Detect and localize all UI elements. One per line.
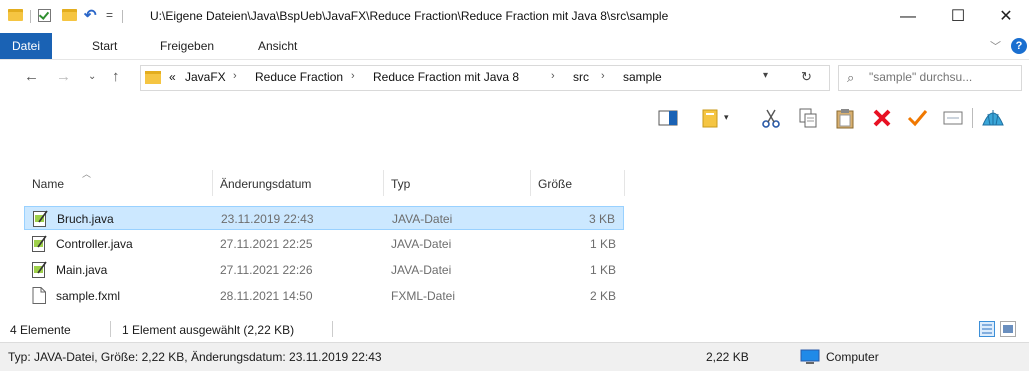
breadcrumb-separator[interactable]: › (551, 70, 555, 82)
divider (110, 321, 111, 337)
computer-icon (800, 349, 820, 364)
file-type: JAVA-Datei (391, 263, 452, 277)
breadcrumb-separator[interactable]: › (351, 70, 355, 82)
navigation-bar: ← → ⌄ ↑ « JavaFX › Reduce Fraction › Red… (0, 59, 1029, 96)
java-file-icon (32, 261, 47, 278)
close-button[interactable]: ✕ (983, 0, 1029, 33)
file-row[interactable]: Bruch.java 23.11.2019 22:43 JAVA-Datei 3… (24, 206, 624, 230)
status-bar: 4 Elemente 1 Element ausgewählt (2,22 KB… (0, 316, 1029, 342)
details-bar: Typ: JAVA-Datei, Größe: 2,22 KB, Änderun… (0, 342, 1029, 371)
file-size: 1 KB (589, 263, 616, 277)
file-size: 2 KB (589, 289, 616, 303)
divider (332, 321, 333, 337)
folder-icon (8, 9, 23, 21)
column-header-type[interactable]: Typ (391, 177, 410, 191)
tab-start[interactable]: Start (80, 33, 129, 59)
maximize-button[interactable]: ☐ (935, 0, 981, 33)
file-date: 27.11.2021 22:26 (220, 263, 313, 277)
file-name: sample.fxml (56, 289, 121, 303)
file-date: 27.11.2021 22:25 (220, 237, 313, 251)
toolbar: ▾ (0, 95, 1029, 139)
minimize-button[interactable]: — (885, 0, 931, 33)
large-icons-view-icon[interactable] (1000, 321, 1016, 337)
folder-icon (145, 71, 161, 84)
file-date: 28.11.2021 14:50 (220, 289, 313, 303)
refresh-icon[interactable]: ↻ (801, 69, 812, 85)
file-size: 1 KB (589, 237, 616, 251)
forward-arrow-icon[interactable]: → (56, 68, 71, 85)
selection-info: 1 Element ausgewählt (2,22 KB) (122, 323, 295, 337)
quick-access-dropdown[interactable]: = (106, 8, 113, 22)
properties-check-icon[interactable] (38, 9, 51, 22)
file-date: 23.11.2019 22:43 (221, 212, 314, 226)
chevron-down-icon[interactable]: ﹀ (990, 38, 1001, 54)
file-type: JAVA-Datei (392, 212, 453, 226)
divider (122, 10, 123, 23)
breadcrumb-reduce-fraction[interactable]: Reduce Fraction (255, 70, 343, 84)
delete-icon[interactable] (871, 107, 893, 129)
checkmark-icon[interactable] (906, 107, 928, 129)
tab-ansicht[interactable]: Ansicht (246, 33, 309, 59)
column-header-size[interactable]: Größe (538, 177, 572, 191)
java-file-icon (33, 210, 48, 227)
divider (30, 10, 31, 23)
file-row[interactable]: Controller.java 27.11.2021 22:25 JAVA-Da… (24, 232, 624, 256)
java-file-icon (32, 235, 47, 252)
new-item-icon[interactable] (700, 107, 722, 129)
new-item-dropdown-icon[interactable]: ▾ (724, 112, 729, 123)
up-arrow-icon[interactable]: ↑ (112, 68, 120, 85)
sort-ascending-icon: ︿ (82, 169, 92, 179)
undo-icon[interactable]: ↶ (84, 6, 97, 24)
search-icon: ⌕ (847, 70, 855, 85)
details-view-icon[interactable] (979, 321, 995, 337)
breadcrumb-separator[interactable]: › (601, 70, 605, 82)
search-box[interactable]: ⌕ (838, 65, 1022, 91)
breadcrumb-overflow[interactable]: « (169, 70, 176, 84)
column-divider[interactable] (212, 170, 213, 196)
file-name: Bruch.java (57, 212, 114, 226)
divider (972, 108, 973, 128)
file-details: Typ: JAVA-Datei, Größe: 2,22 KB, Änderun… (8, 350, 382, 364)
address-bar[interactable]: « JavaFX › Reduce Fraction › Reduce Frac… (140, 65, 830, 91)
rename-icon[interactable] (942, 107, 964, 129)
file-row[interactable]: sample.fxml 28.11.2021 14:50 FXML-Datei … (24, 284, 624, 308)
copy-icon[interactable] (797, 107, 819, 129)
help-icon[interactable]: ? (1011, 38, 1027, 54)
recent-locations-chevron-icon[interactable]: ⌄ (88, 71, 96, 82)
item-count: 4 Elemente (10, 323, 71, 337)
breadcrumb-javafx[interactable]: JavaFX (185, 70, 226, 84)
column-divider[interactable] (530, 170, 531, 196)
cut-icon[interactable] (760, 107, 782, 129)
tab-datei[interactable]: Datei (0, 33, 53, 59)
title-bar: ↶ = U:\Eigene Dateien\Java\BspUeb\JavaFX… (0, 0, 1029, 33)
file-type: JAVA-Datei (391, 237, 452, 251)
breadcrumb-src[interactable]: src (573, 70, 589, 84)
address-dropdown-chevron-icon[interactable]: ▾ (763, 70, 768, 81)
column-header-name[interactable]: Name (32, 177, 64, 191)
column-divider[interactable] (383, 170, 384, 196)
file-row[interactable]: Main.java 27.11.2021 22:26 JAVA-Datei 1 … (24, 258, 624, 282)
file-name: Main.java (56, 263, 108, 277)
tab-freigeben[interactable]: Freigeben (148, 33, 226, 59)
paste-icon[interactable] (834, 107, 856, 129)
back-arrow-icon[interactable]: ← (24, 68, 39, 85)
column-header-date[interactable]: Änderungsdatum (220, 177, 311, 191)
shell-icon[interactable] (980, 105, 1006, 131)
window-title: U:\Eigene Dateien\Java\BspUeb\JavaFX\Red… (150, 9, 669, 23)
file-name: Controller.java (56, 237, 133, 251)
preview-pane-icon[interactable] (657, 107, 679, 129)
new-folder-icon[interactable] (62, 9, 77, 21)
file-size: 3 KB (588, 212, 615, 226)
column-divider[interactable] (624, 170, 625, 196)
selection-size: 2,22 KB (706, 350, 749, 364)
location-label: Computer (826, 350, 879, 364)
column-header-bar: ︿ Name Änderungsdatum Typ Größe (0, 139, 1029, 203)
breadcrumb-sample[interactable]: sample (623, 70, 662, 84)
breadcrumb-separator[interactable]: › (233, 70, 237, 82)
breadcrumb-reduce-fraction-java8[interactable]: Reduce Fraction mit Java 8 (373, 70, 519, 84)
blank-file-icon (32, 287, 46, 304)
ribbon-tabs: Datei Start Freigeben Ansicht ﹀ ? (0, 33, 1029, 59)
file-type: FXML-Datei (391, 289, 456, 303)
search-input[interactable] (867, 69, 1021, 85)
